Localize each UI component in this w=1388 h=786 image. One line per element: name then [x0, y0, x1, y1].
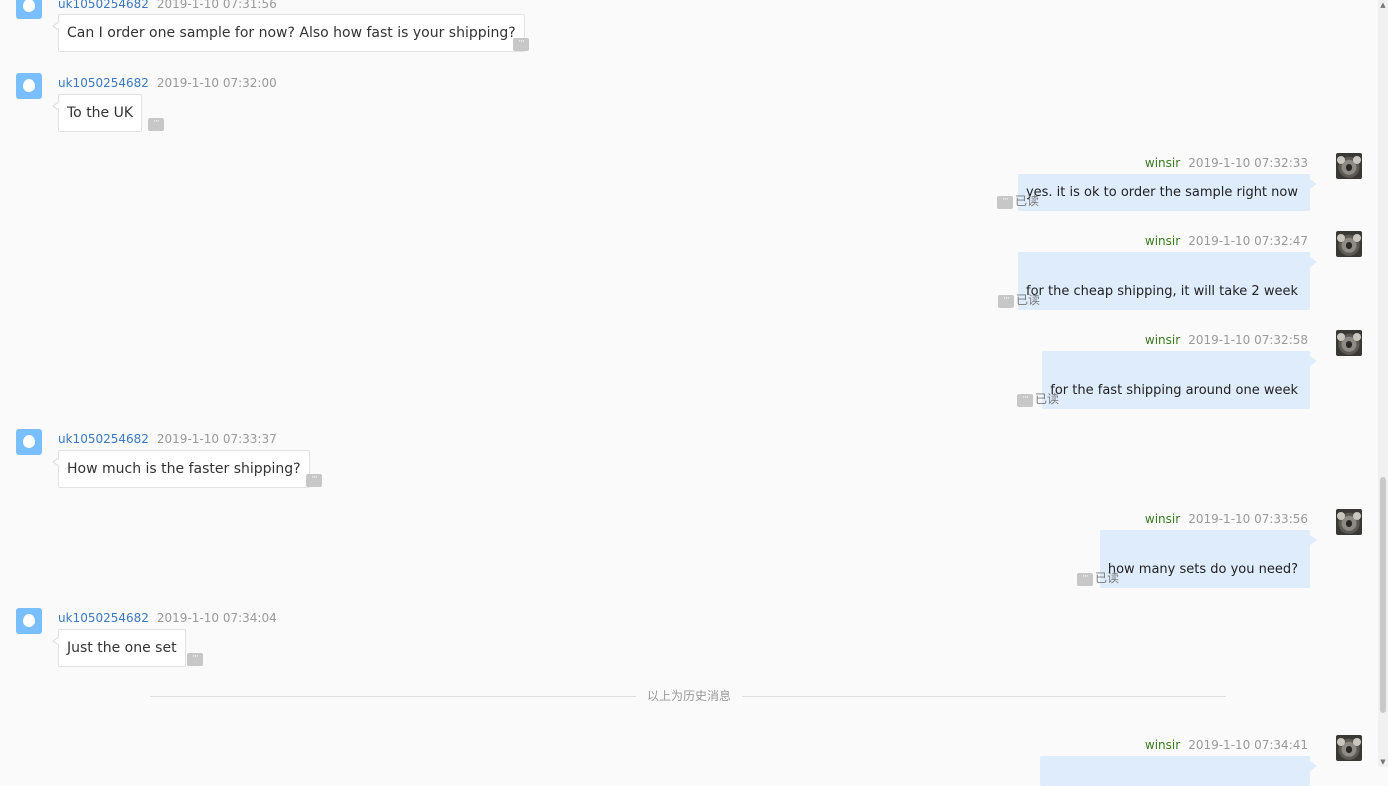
- message-bubble: How much is the faster shipping?: [52, 450, 310, 488]
- message-text: yes. it is ok to order the sample right …: [1025, 185, 1298, 200]
- message-meta: winsir 2019-1-10 07:34:41: [1145, 737, 1308, 753]
- message-text: for the cheap shipping, it will take 2 w…: [1026, 284, 1298, 299]
- read-status: 已读: [1016, 293, 1041, 307]
- message-time: 2019-1-10 07:32:33: [1188, 156, 1308, 170]
- read-status: 已读: [1015, 194, 1040, 208]
- sender-name[interactable]: winsir: [1145, 333, 1180, 347]
- message-meta: winsir 2019-1-10 07:32:47: [1145, 233, 1308, 249]
- sender-name[interactable]: uk1050254682: [58, 0, 149, 11]
- divider-line: [150, 696, 636, 697]
- message-bubble: for the cheap shipping, it will take 2 w…: [1018, 252, 1317, 310]
- history-divider-label: 以上为历史消息: [640, 688, 738, 704]
- more-options-icon[interactable]: ···: [998, 295, 1014, 308]
- koala-avatar-icon[interactable]: [1336, 509, 1362, 535]
- more-options-icon[interactable]: ···: [187, 653, 203, 666]
- sender-name[interactable]: winsir: [1145, 512, 1180, 526]
- more-options-icon[interactable]: ···: [1077, 573, 1093, 586]
- vertical-scrollbar[interactable]: ▲ ▼: [1378, 0, 1388, 767]
- message-meta: winsir 2019-1-10 07:32:58: [1145, 332, 1308, 348]
- user-avatar-icon[interactable]: [16, 429, 42, 455]
- sender-name[interactable]: winsir: [1145, 156, 1180, 170]
- more-options-icon[interactable]: ···: [306, 474, 322, 487]
- scroll-up-icon[interactable]: ▲: [1379, 1, 1387, 9]
- message-time: 2019-1-10 07:32:00: [156, 76, 277, 90]
- scroll-down-icon[interactable]: ▼: [1379, 758, 1387, 766]
- scrollbar-thumb[interactable]: [1380, 477, 1386, 713]
- message-text: how many sets do you need?: [1107, 562, 1298, 577]
- message-bubble: Can I order one sample for now? Also how…: [52, 14, 525, 52]
- more-options-icon[interactable]: ···: [1017, 394, 1033, 407]
- more-options-icon[interactable]: ···: [148, 118, 164, 131]
- more-options-icon[interactable]: ···: [997, 196, 1013, 209]
- message-time: 2019-1-10 07:33:56: [1188, 512, 1308, 526]
- more-options-icon[interactable]: ···: [513, 38, 529, 51]
- message-time: 2019-1-10 07:34:41: [1188, 738, 1308, 752]
- user-avatar-icon[interactable]: [16, 0, 42, 19]
- message-meta: winsir 2019-1-10 07:33:56: [1145, 511, 1308, 527]
- read-status: 已读: [1095, 571, 1120, 585]
- koala-avatar-icon[interactable]: [1336, 231, 1362, 257]
- koala-avatar-icon[interactable]: [1336, 735, 1362, 761]
- divider-line: [742, 696, 1226, 697]
- message-bubble: how many sets do you need?: [1099, 530, 1318, 588]
- message-meta: uk1050254682 2019-1-10 07:34:04: [58, 610, 277, 626]
- sender-name[interactable]: winsir: [1145, 234, 1180, 248]
- message-time: 2019-1-10 07:31:56: [156, 0, 277, 11]
- message-time: 2019-1-10 07:34:04: [156, 611, 277, 625]
- message-time: 2019-1-10 07:32:58: [1188, 333, 1308, 347]
- message-meta: winsir 2019-1-10 07:32:33: [1145, 155, 1308, 171]
- sender-name[interactable]: uk1050254682: [58, 76, 149, 90]
- koala-avatar-icon[interactable]: [1336, 153, 1362, 179]
- message-time: 2019-1-10 07:32:47: [1188, 234, 1308, 248]
- sender-name[interactable]: uk1050254682: [58, 611, 149, 625]
- message-meta: uk1050254682 2019-1-10 07:31:56: [58, 0, 277, 12]
- message-meta: uk1050254682 2019-1-10 07:33:37: [58, 431, 277, 447]
- user-avatar-icon[interactable]: [16, 73, 42, 99]
- sender-name[interactable]: winsir: [1145, 738, 1180, 752]
- message-bubble: yes. it is ok to order the sample right …: [1017, 174, 1318, 211]
- koala-avatar-icon[interactable]: [1336, 330, 1362, 356]
- message-meta: uk1050254682 2019-1-10 07:32:00: [58, 75, 277, 91]
- message-time: 2019-1-10 07:33:37: [156, 432, 277, 446]
- message-bubble: [1040, 756, 1317, 786]
- sender-name[interactable]: uk1050254682: [58, 432, 149, 446]
- message-text: for the fast shipping around one week: [1050, 383, 1298, 398]
- user-avatar-icon[interactable]: [16, 608, 42, 634]
- read-status: 已读: [1035, 392, 1060, 406]
- message-bubble: To the UK: [51, 94, 143, 132]
- message-bubble: for the fast shipping around one week: [1042, 351, 1317, 409]
- message-bubble: Just the one set: [52, 629, 186, 667]
- chat-history: uk1050254682 2019-1-10 07:31:56 Can I ord…: [0, 0, 1378, 786]
